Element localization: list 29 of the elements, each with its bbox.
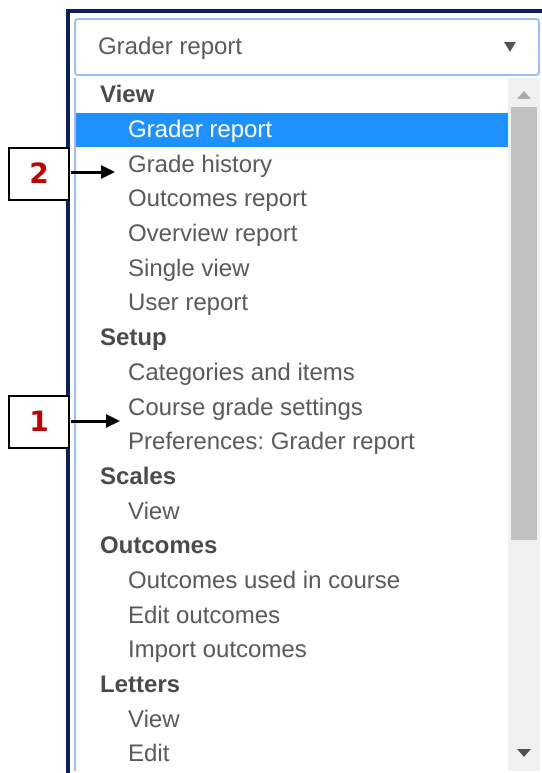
option-item[interactable]: Grade history [76,147,508,182]
group-heading: Outcomes [99,531,218,562]
option-item[interactable]: Edit [76,737,508,772]
option-item[interactable]: Categories and items [76,356,508,390]
group-heading: Scales [99,462,178,492]
option-item[interactable]: User report [76,286,508,321]
option-item[interactable]: Single view [76,251,508,286]
group-heading: Setup [99,323,168,354]
group-heading: View [99,80,156,110]
option-item[interactable]: Course grade settings [76,390,508,425]
callout-box: 2 [8,147,70,201]
option-item[interactable]: Outcomes used in course [76,564,508,598]
arrow-icon [71,164,115,180]
callout-box: 1 [8,395,70,449]
scrollbar[interactable] [508,78,540,771]
option-item[interactable]: Overview report [76,216,508,252]
arrow-icon [71,413,120,429]
option-item[interactable]: View [76,702,508,738]
caret-icon [504,42,516,52]
scrollbar-thumb[interactable] [511,107,537,540]
option-item[interactable]: Outcomes report [76,182,508,217]
scroll-down-icon[interactable] [517,749,531,757]
report-select[interactable]: Grader report [74,18,540,76]
option-item[interactable]: View [76,494,508,529]
group-heading: Letters [99,670,182,700]
scroll-up-icon[interactable] [517,91,531,99]
option-item[interactable]: Preferences: Grader report [76,424,508,460]
option-item[interactable]: Import outcomes [76,633,508,668]
option-item[interactable]: Edit outcomes [76,598,508,633]
